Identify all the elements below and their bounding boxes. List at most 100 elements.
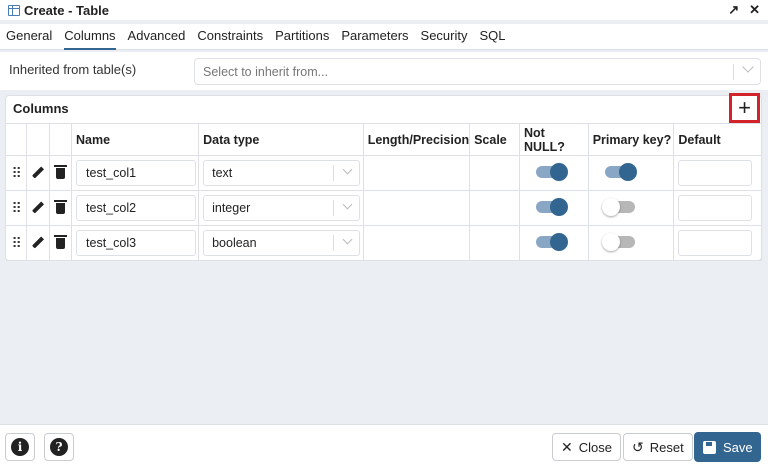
drag-handle-icon[interactable]: ⠿ (6, 190, 28, 226)
header-length-precision: Length/Precision (362, 123, 471, 156)
length-precision-cell[interactable] (362, 155, 471, 191)
not-null-cell (518, 190, 589, 226)
dialog-footer: i ? ✕ Close ↺ Reset Save (0, 424, 768, 466)
primary-key-cell (587, 155, 675, 191)
columns-table: Name Data type Length/Precision Scale No… (6, 123, 762, 261)
select-separator (733, 64, 734, 80)
not-null-toggle[interactable] (535, 198, 568, 216)
table-row: ⠿ test_col3 boolean (6, 225, 762, 261)
delete-cell[interactable] (49, 190, 73, 226)
data-type-cell: integer (198, 190, 364, 226)
close-button[interactable]: ✕ Close (552, 433, 621, 461)
pencil-icon[interactable] (32, 236, 45, 249)
scale-cell[interactable] (469, 155, 520, 191)
primary-key-cell (587, 225, 675, 261)
reset-icon: ↺ (632, 438, 644, 455)
length-precision-cell[interactable] (362, 225, 471, 261)
delete-cell[interactable] (49, 155, 73, 191)
tab-general[interactable]: General (6, 24, 52, 50)
toggle-knob (549, 233, 568, 251)
default-cell (673, 155, 762, 191)
scale-cell[interactable] (469, 190, 520, 226)
header-drag (6, 123, 28, 156)
info-button[interactable]: i (5, 433, 35, 461)
pencil-icon[interactable] (32, 166, 45, 179)
data-type-select[interactable]: boolean (203, 230, 361, 256)
name-cell: test_col3 (71, 225, 200, 261)
data-type-value: text (212, 166, 233, 180)
save-button[interactable]: Save (694, 432, 761, 462)
save-icon (703, 440, 716, 454)
edit-cell[interactable] (26, 190, 51, 226)
chevron-down-icon[interactable] (342, 164, 353, 175)
header-default: Default (673, 123, 762, 156)
edit-cell[interactable] (26, 225, 51, 261)
delete-cell[interactable] (49, 225, 73, 261)
select-separator (333, 200, 335, 216)
data-type-cell: text (198, 155, 364, 191)
columns-panel: Columns + Name Data type Length/Precisio… (5, 93, 762, 261)
default-input[interactable] (678, 195, 753, 221)
columns-panel-title: Columns (13, 101, 69, 116)
table-header-row: Name Data type Length/Precision Scale No… (6, 123, 762, 156)
window-title: Create - Table (24, 2, 110, 18)
length-precision-cell[interactable] (362, 190, 471, 226)
default-input[interactable] (678, 230, 753, 256)
header-data-type: Data type (198, 123, 364, 156)
pencil-icon[interactable] (32, 201, 45, 214)
header-scale: Scale (469, 123, 520, 156)
data-type-cell: boolean (198, 225, 364, 261)
drag-handle-icon[interactable]: ⠿ (6, 155, 28, 191)
default-cell (673, 225, 762, 261)
data-type-value: boolean (212, 236, 257, 250)
primary-key-cell (587, 190, 675, 226)
data-type-select[interactable]: text (203, 160, 361, 186)
toggle-knob (549, 163, 568, 181)
toggle-knob (618, 163, 637, 181)
table-row: ⠿ test_col2 integer (6, 190, 762, 226)
primary-key-toggle[interactable] (601, 198, 635, 216)
trash-icon[interactable] (54, 199, 68, 214)
default-cell (673, 190, 762, 226)
not-null-cell (518, 225, 589, 261)
default-input[interactable] (678, 160, 753, 186)
toggle-knob (549, 198, 568, 216)
chevron-down-icon[interactable] (342, 234, 353, 245)
tab-sql[interactable]: SQL (480, 24, 506, 50)
header-name: Name (71, 123, 200, 156)
tab-partitions[interactable]: Partitions (275, 24, 329, 50)
trash-icon[interactable] (54, 234, 68, 249)
column-name-input[interactable]: test_col1 (76, 160, 197, 186)
primary-key-toggle[interactable] (604, 163, 637, 181)
drag-handle-icon[interactable]: ⠿ (6, 225, 28, 261)
trash-icon[interactable] (54, 164, 68, 179)
tab-constraints[interactable]: Constraints (197, 24, 263, 50)
inherit-label: Inherited from table(s) (9, 62, 137, 77)
add-column-button[interactable]: + (729, 93, 760, 123)
column-name-input[interactable]: test_col2 (76, 195, 197, 221)
not-null-toggle[interactable] (535, 163, 568, 181)
inherit-select[interactable]: Select to inherit from... (194, 58, 761, 85)
chevron-down-icon[interactable] (342, 199, 353, 210)
data-type-select[interactable]: integer (203, 195, 361, 221)
inherit-row: Inherited from table(s) Select to inheri… (0, 52, 768, 90)
select-separator (333, 235, 335, 251)
chevron-down-icon[interactable] (742, 61, 754, 73)
reset-button[interactable]: ↺ Reset (623, 433, 693, 461)
table-row: ⠿ test_col1 text (6, 155, 762, 191)
primary-key-toggle[interactable] (601, 233, 635, 251)
expand-icon[interactable]: ↗ (728, 2, 739, 18)
tab-security[interactable]: Security (421, 24, 468, 50)
tab-advanced[interactable]: Advanced (128, 24, 186, 50)
save-button-label: Save (723, 439, 753, 455)
tab-parameters[interactable]: Parameters (341, 24, 408, 50)
scale-cell[interactable] (469, 225, 520, 261)
header-primary-key: Primary key? (587, 123, 675, 156)
header-edit (26, 123, 51, 156)
not-null-toggle[interactable] (535, 233, 568, 251)
tab-columns[interactable]: Columns (64, 24, 116, 50)
column-name-input[interactable]: test_col3 (76, 230, 197, 256)
help-button[interactable]: ? (44, 433, 74, 461)
edit-cell[interactable] (26, 155, 51, 191)
close-icon[interactable]: ✕ (749, 2, 760, 18)
